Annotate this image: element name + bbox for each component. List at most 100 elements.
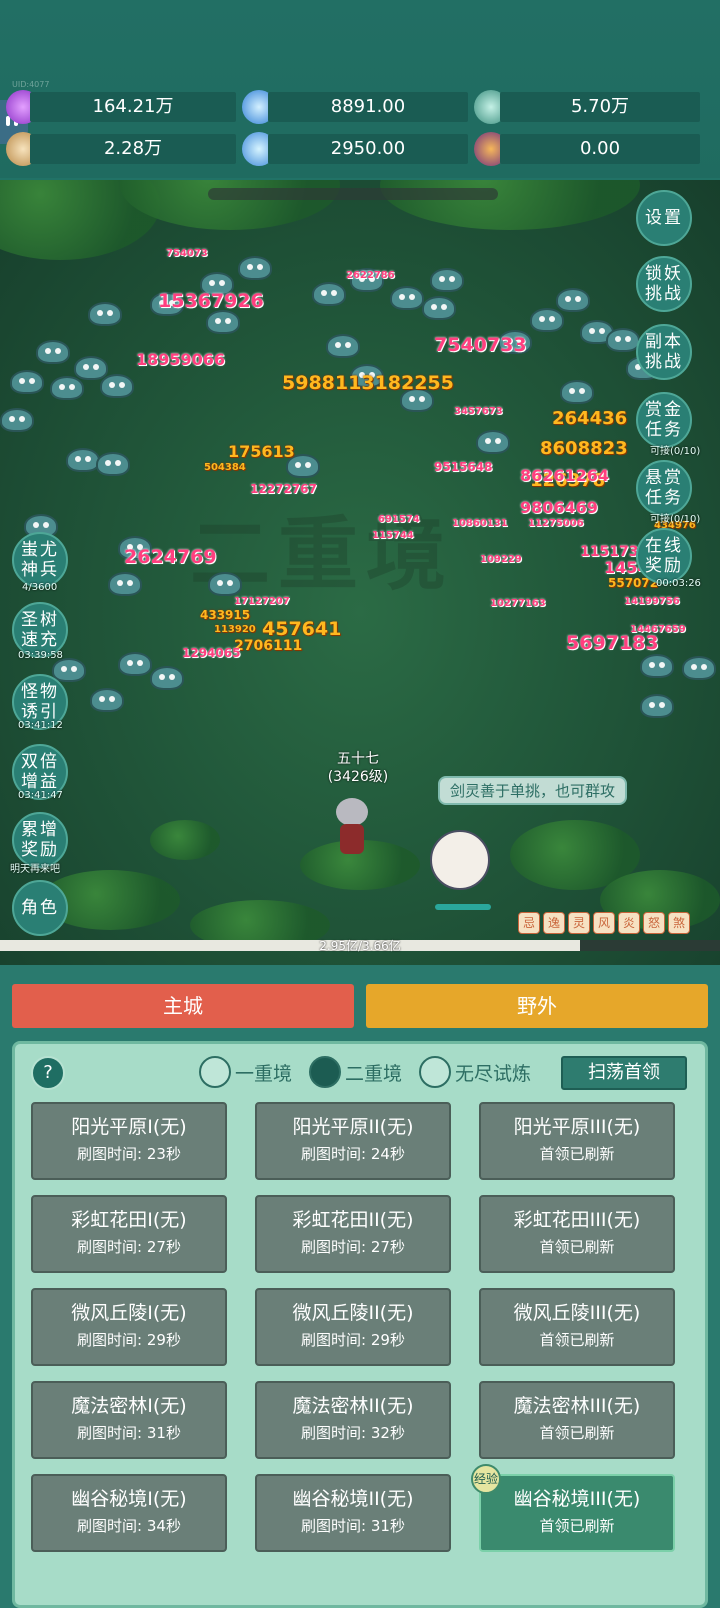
monster <box>238 256 272 280</box>
stage-card[interactable]: 彩虹花田II(无) 刷图时间: 27秒 <box>255 1195 451 1273</box>
monster <box>100 374 134 398</box>
resource-value: 164.21万 <box>30 92 236 122</box>
stage-name: 幽谷秘境II(无) <box>292 1488 414 1510</box>
monster <box>108 572 142 596</box>
stage-card[interactable]: 微风丘陵III(无) 首领已刷新 <box>479 1288 675 1366</box>
stage-card[interactable]: 幽谷秘境III(无) 首领已刷新 经验 <box>471 1464 675 1552</box>
stage-info: 首领已刷新 <box>539 1424 615 1442</box>
stage-name: 微风丘陵III(无) <box>513 1302 641 1324</box>
player-id: UID:4077 <box>12 80 50 89</box>
stage-card[interactable]: 幽谷秘境I(无) 刷图时间: 34秒 <box>31 1474 227 1552</box>
monster <box>0 408 34 432</box>
damage-number: 5697183 <box>566 632 659 654</box>
stage-card[interactable]: 微风丘陵II(无) 刷图时间: 29秒 <box>255 1288 451 1366</box>
pet-character <box>430 830 490 890</box>
demon-lock-challenge-button[interactable]: 锁妖挑战 <box>636 256 692 312</box>
damage-number: 504384 <box>204 462 246 473</box>
stage-panel: ? 一重境 二重境 无尽试炼 扫荡首领 阳光平原I(无) 刷图时间: 23秒 阳光平… <box>12 1041 708 1608</box>
stage-name: 魔法密林II(无) <box>292 1395 414 1417</box>
damage-number: 3457673 <box>454 406 503 417</box>
stage-name: 微风丘陵I(无) <box>71 1302 187 1324</box>
chiyou-weapon-button[interactable]: 蚩尤神兵 <box>12 532 68 588</box>
resource-value: 0.00 <box>500 134 700 164</box>
skill-orb[interactable]: 灵 <box>568 912 590 934</box>
monster <box>36 340 70 364</box>
monster <box>556 288 590 312</box>
battle-field: 二重境 754073 15367926 2622786 18959066 754… <box>0 180 720 965</box>
monster <box>10 370 44 394</box>
monster <box>74 356 108 380</box>
character-button[interactable]: 角色 <box>12 880 68 936</box>
damage-number: 1294065 <box>182 646 241 660</box>
resource-value: 5.70万 <box>500 92 700 122</box>
stage-card[interactable]: 阳光平原I(无) 刷图时间: 23秒 <box>31 1102 227 1180</box>
bounty-task-button[interactable]: 赏金任务 <box>636 392 692 448</box>
monster <box>430 268 464 292</box>
skill-orb-row: 忌 逸 灵 风 炎 怒 煞 <box>518 912 690 934</box>
monster <box>118 652 152 676</box>
damage-number: 10860131 <box>452 518 508 529</box>
stage-card[interactable]: 阳光平原II(无) 刷图时间: 24秒 <box>255 1102 451 1180</box>
monster <box>52 658 86 682</box>
skill-orb[interactable]: 逸 <box>543 912 565 934</box>
skill-orb[interactable]: 煞 <box>668 912 690 934</box>
damage-number: 15367926 <box>158 290 264 312</box>
double-buff-timer: 03:41:47 <box>18 790 63 801</box>
dungeon-challenge-button[interactable]: 副本挑战 <box>636 324 692 380</box>
damage-number: 14199756 <box>624 596 680 607</box>
stage-name: 彩虹花田II(无) <box>292 1209 414 1231</box>
stage-info: 首领已刷新 <box>539 1517 615 1535</box>
tab-wild[interactable]: 野外 <box>366 984 708 1028</box>
monster <box>390 286 424 310</box>
reward-task-button[interactable]: 悬赏任务 <box>636 460 692 516</box>
resource-row-2: 2.28万 2950.00 0.00 <box>0 132 720 168</box>
resource-value: 2950.00 <box>268 134 468 164</box>
realm-option-endless[interactable]: 无尽试炼 <box>419 1056 531 1088</box>
stage-card[interactable]: 彩虹花田III(无) 首领已刷新 <box>479 1195 675 1273</box>
damage-number: 109229 <box>480 554 522 565</box>
reward-task-count: 可接(0/10) <box>650 514 701 525</box>
stage-name: 阳光平原II(无) <box>292 1116 414 1138</box>
skill-orb[interactable]: 忌 <box>518 912 540 934</box>
damage-number: 433915 <box>200 608 251 622</box>
stage-info: 刷图时间: 29秒 <box>301 1331 405 1349</box>
online-reward-button[interactable]: 在线奖励 <box>636 528 692 584</box>
stage-card[interactable]: 微风丘陵I(无) 刷图时间: 29秒 <box>31 1288 227 1366</box>
stage-name: 阳光平原I(无) <box>71 1116 187 1138</box>
stage-card[interactable]: 彩虹花田I(无) 刷图时间: 27秒 <box>31 1195 227 1273</box>
realm-option-2[interactable]: 二重境 <box>309 1056 402 1088</box>
damage-number: 17127207 <box>234 596 290 607</box>
settings-button[interactable]: 设置 <box>636 190 692 246</box>
stage-card[interactable]: 魔法密林II(无) 刷图时间: 32秒 <box>255 1381 451 1459</box>
skill-orb[interactable]: 炎 <box>618 912 640 934</box>
monster-lure-timer: 03:41:12 <box>18 720 63 731</box>
radio-selected-icon <box>309 1056 341 1088</box>
hero-nameplate: 五十七 (3426级) <box>318 750 398 786</box>
damage-number: 14467659 <box>630 624 686 635</box>
damage-number: 113920 <box>214 624 256 635</box>
realm-option-1[interactable]: 一重境 <box>199 1056 292 1088</box>
monster <box>422 296 456 320</box>
monster <box>606 328 640 352</box>
skill-orb[interactable]: 风 <box>593 912 615 934</box>
damage-number: 2622786 <box>346 270 395 281</box>
stage-info: 刷图时间: 34秒 <box>77 1517 181 1535</box>
pet-hp-bar <box>435 904 491 910</box>
tab-main-city[interactable]: 主城 <box>12 984 354 1028</box>
monster <box>476 430 510 454</box>
skill-orb[interactable]: 怒 <box>643 912 665 934</box>
stage-card[interactable]: 魔法密林I(无) 刷图时间: 31秒 <box>31 1381 227 1459</box>
help-button[interactable]: ? <box>31 1056 65 1090</box>
damage-number: 18959066 <box>136 350 226 369</box>
stage-card[interactable]: 魔法密林III(无) 首领已刷新 <box>479 1381 675 1459</box>
stage-card[interactable]: 阳光平原III(无) 首领已刷新 <box>479 1102 675 1180</box>
sweep-boss-button[interactable]: 扫荡首领 <box>561 1056 687 1090</box>
monster <box>640 694 674 718</box>
stage-card[interactable]: 幽谷秘境II(无) 刷图时间: 31秒 <box>255 1474 451 1552</box>
monster <box>96 452 130 476</box>
experience-text: 2.95亿/3.66亿 <box>319 939 401 953</box>
damage-number: 8608823 <box>540 438 628 459</box>
radio-icon <box>199 1056 231 1088</box>
radio-icon <box>419 1056 451 1088</box>
stage-info: 刷图时间: 31秒 <box>77 1424 181 1442</box>
